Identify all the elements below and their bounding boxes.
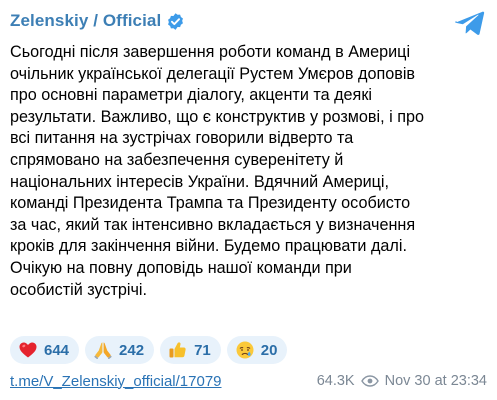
reactions-bar: 644 242 71 20 xyxy=(10,336,288,364)
post-text-line: кроків для закінчення війни. Будемо прац… xyxy=(10,237,407,256)
post-link[interactable]: t.me/V_Zelenskiy_official/17079 xyxy=(10,373,222,390)
red-heart-icon xyxy=(19,342,37,358)
verified-badge-icon xyxy=(168,12,184,30)
post-footer: t.me/V_Zelenskiy_official/17079 64.3K No… xyxy=(10,370,487,392)
post-text-line: результати. Важливо, що є конструктив у … xyxy=(10,107,424,126)
post-text-line: Очікую на повну доповідь нашої команди п… xyxy=(10,258,352,277)
post-text-line: спрямовано на забезпечення суверенітету … xyxy=(10,150,344,169)
post-text-line: особистій зустрічі. xyxy=(10,280,148,299)
reaction-count: 71 xyxy=(194,341,211,359)
telegram-share-icon[interactable] xyxy=(455,10,485,36)
post-text-line: очільник української делегації Рустем Ум… xyxy=(10,64,416,83)
post-date: Nov 30 at 23:34 xyxy=(384,373,487,389)
post-text-line: Сьогодні після завершення роботи команд … xyxy=(10,43,411,61)
reaction-count: 20 xyxy=(260,341,278,359)
reaction-folded-hands[interactable]: 242 xyxy=(85,336,155,364)
reaction-count: 242 xyxy=(119,341,145,359)
post-meta: 64.3K Nov 30 at 23:34 xyxy=(317,373,487,389)
crying-face-icon xyxy=(236,341,254,359)
reaction-count: 644 xyxy=(44,341,70,359)
reaction-crying-face[interactable]: 20 xyxy=(226,336,288,364)
eye-icon xyxy=(360,375,379,387)
post-text-line: національних інтересів України. Вдячний … xyxy=(10,172,390,191)
reaction-heart[interactable]: 644 xyxy=(10,336,80,364)
post-text-line: за час, який так інтенсивно вкладається … xyxy=(10,215,416,234)
views-count: 64.3K xyxy=(316,373,355,389)
post-text-line: всі питання на зустрічах говорили відвер… xyxy=(10,129,354,148)
post-text: Сьогодні після завершення роботи команд … xyxy=(10,42,490,301)
post-header: Zelenskiy / Official xyxy=(10,9,487,36)
reaction-thumbs-up[interactable]: 71 xyxy=(160,336,221,364)
thumbs-up-icon xyxy=(169,342,186,358)
folded-hands-icon xyxy=(94,342,112,359)
post-text-line: про основні параметри діалогу, акценти т… xyxy=(10,86,373,105)
post-text-line: команді Президента Трампа та Президенту … xyxy=(10,194,411,213)
channel-name[interactable]: Zelenskiy / Official xyxy=(10,11,161,31)
